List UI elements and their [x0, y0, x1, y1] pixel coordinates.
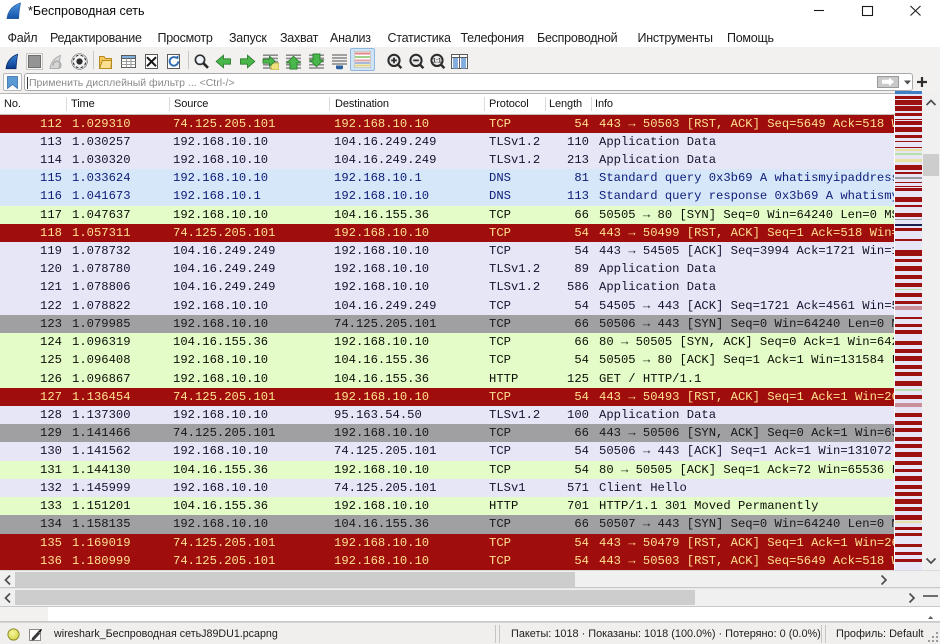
svg-text:1:1: 1:1: [433, 59, 442, 65]
